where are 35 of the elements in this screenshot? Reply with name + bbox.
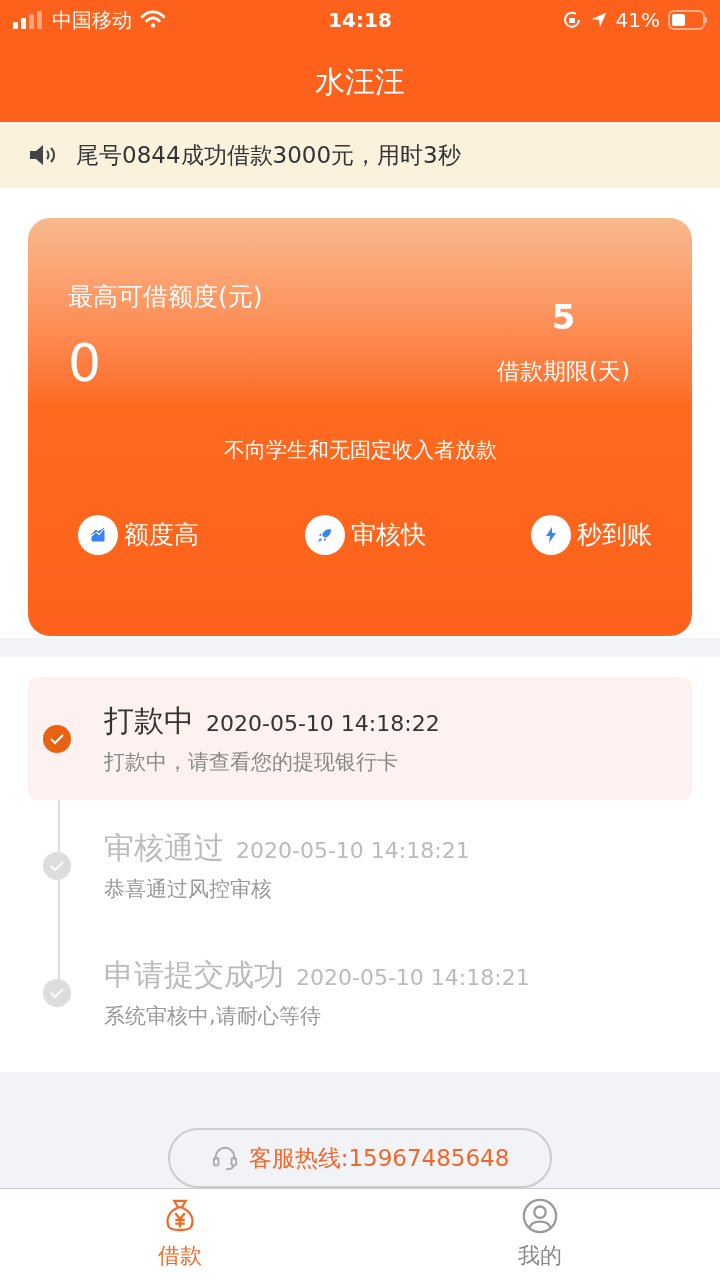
rotation-lock-icon xyxy=(561,10,582,30)
battery-icon xyxy=(668,10,708,30)
step-title: 审核通过 xyxy=(104,829,224,868)
lightning-icon xyxy=(531,514,571,555)
battery-percent: 41% xyxy=(615,7,660,34)
signal-icon xyxy=(12,11,44,29)
term-value: 5 xyxy=(551,299,576,334)
check-icon xyxy=(42,723,72,754)
term-label: 借款期限(天) xyxy=(497,356,630,386)
step-time: 2020-05-10 14:18:21 xyxy=(296,964,530,993)
step-detail: 打款中，请查看您的提现银行卡 xyxy=(104,749,399,777)
feature-label: 审核快 xyxy=(350,519,426,551)
feature-label: 额度高 xyxy=(124,519,199,551)
step-detail: 系统审核中,请耐心等待 xyxy=(104,1003,322,1031)
clock-time: 14:18 xyxy=(328,7,392,34)
step-time: 2020-05-10 14:18:22 xyxy=(206,710,440,739)
chart-icon xyxy=(78,514,118,555)
step-title: 申请提交成功 xyxy=(104,956,284,995)
limit-value: 0 xyxy=(68,337,103,390)
rocket-icon xyxy=(304,514,345,555)
limit-label: 最高可借额度(元) xyxy=(68,280,264,313)
profile-icon xyxy=(521,1197,559,1236)
step-title: 打款中 xyxy=(104,702,194,741)
feature-label: 秒到账 xyxy=(577,519,652,551)
speaker-icon xyxy=(28,142,58,167)
disclaimer-text: 不向学生和无固定收入者放款 xyxy=(222,437,498,465)
headset-icon xyxy=(210,1144,239,1173)
step-time: 2020-05-10 14:18:21 xyxy=(236,837,470,866)
tab-item[interactable]: 我的 xyxy=(360,1189,720,1280)
page-title: 水汪汪 xyxy=(315,62,405,101)
carrier-name: 中国移动 xyxy=(52,7,132,34)
wifi-icon xyxy=(140,10,166,30)
step-detail: 恭喜通过风控审核 xyxy=(104,876,273,904)
tab-item[interactable]: 借款 xyxy=(0,1189,360,1280)
notice-text: 尾号0844成功借款3000元，用时3秒 xyxy=(76,140,461,170)
